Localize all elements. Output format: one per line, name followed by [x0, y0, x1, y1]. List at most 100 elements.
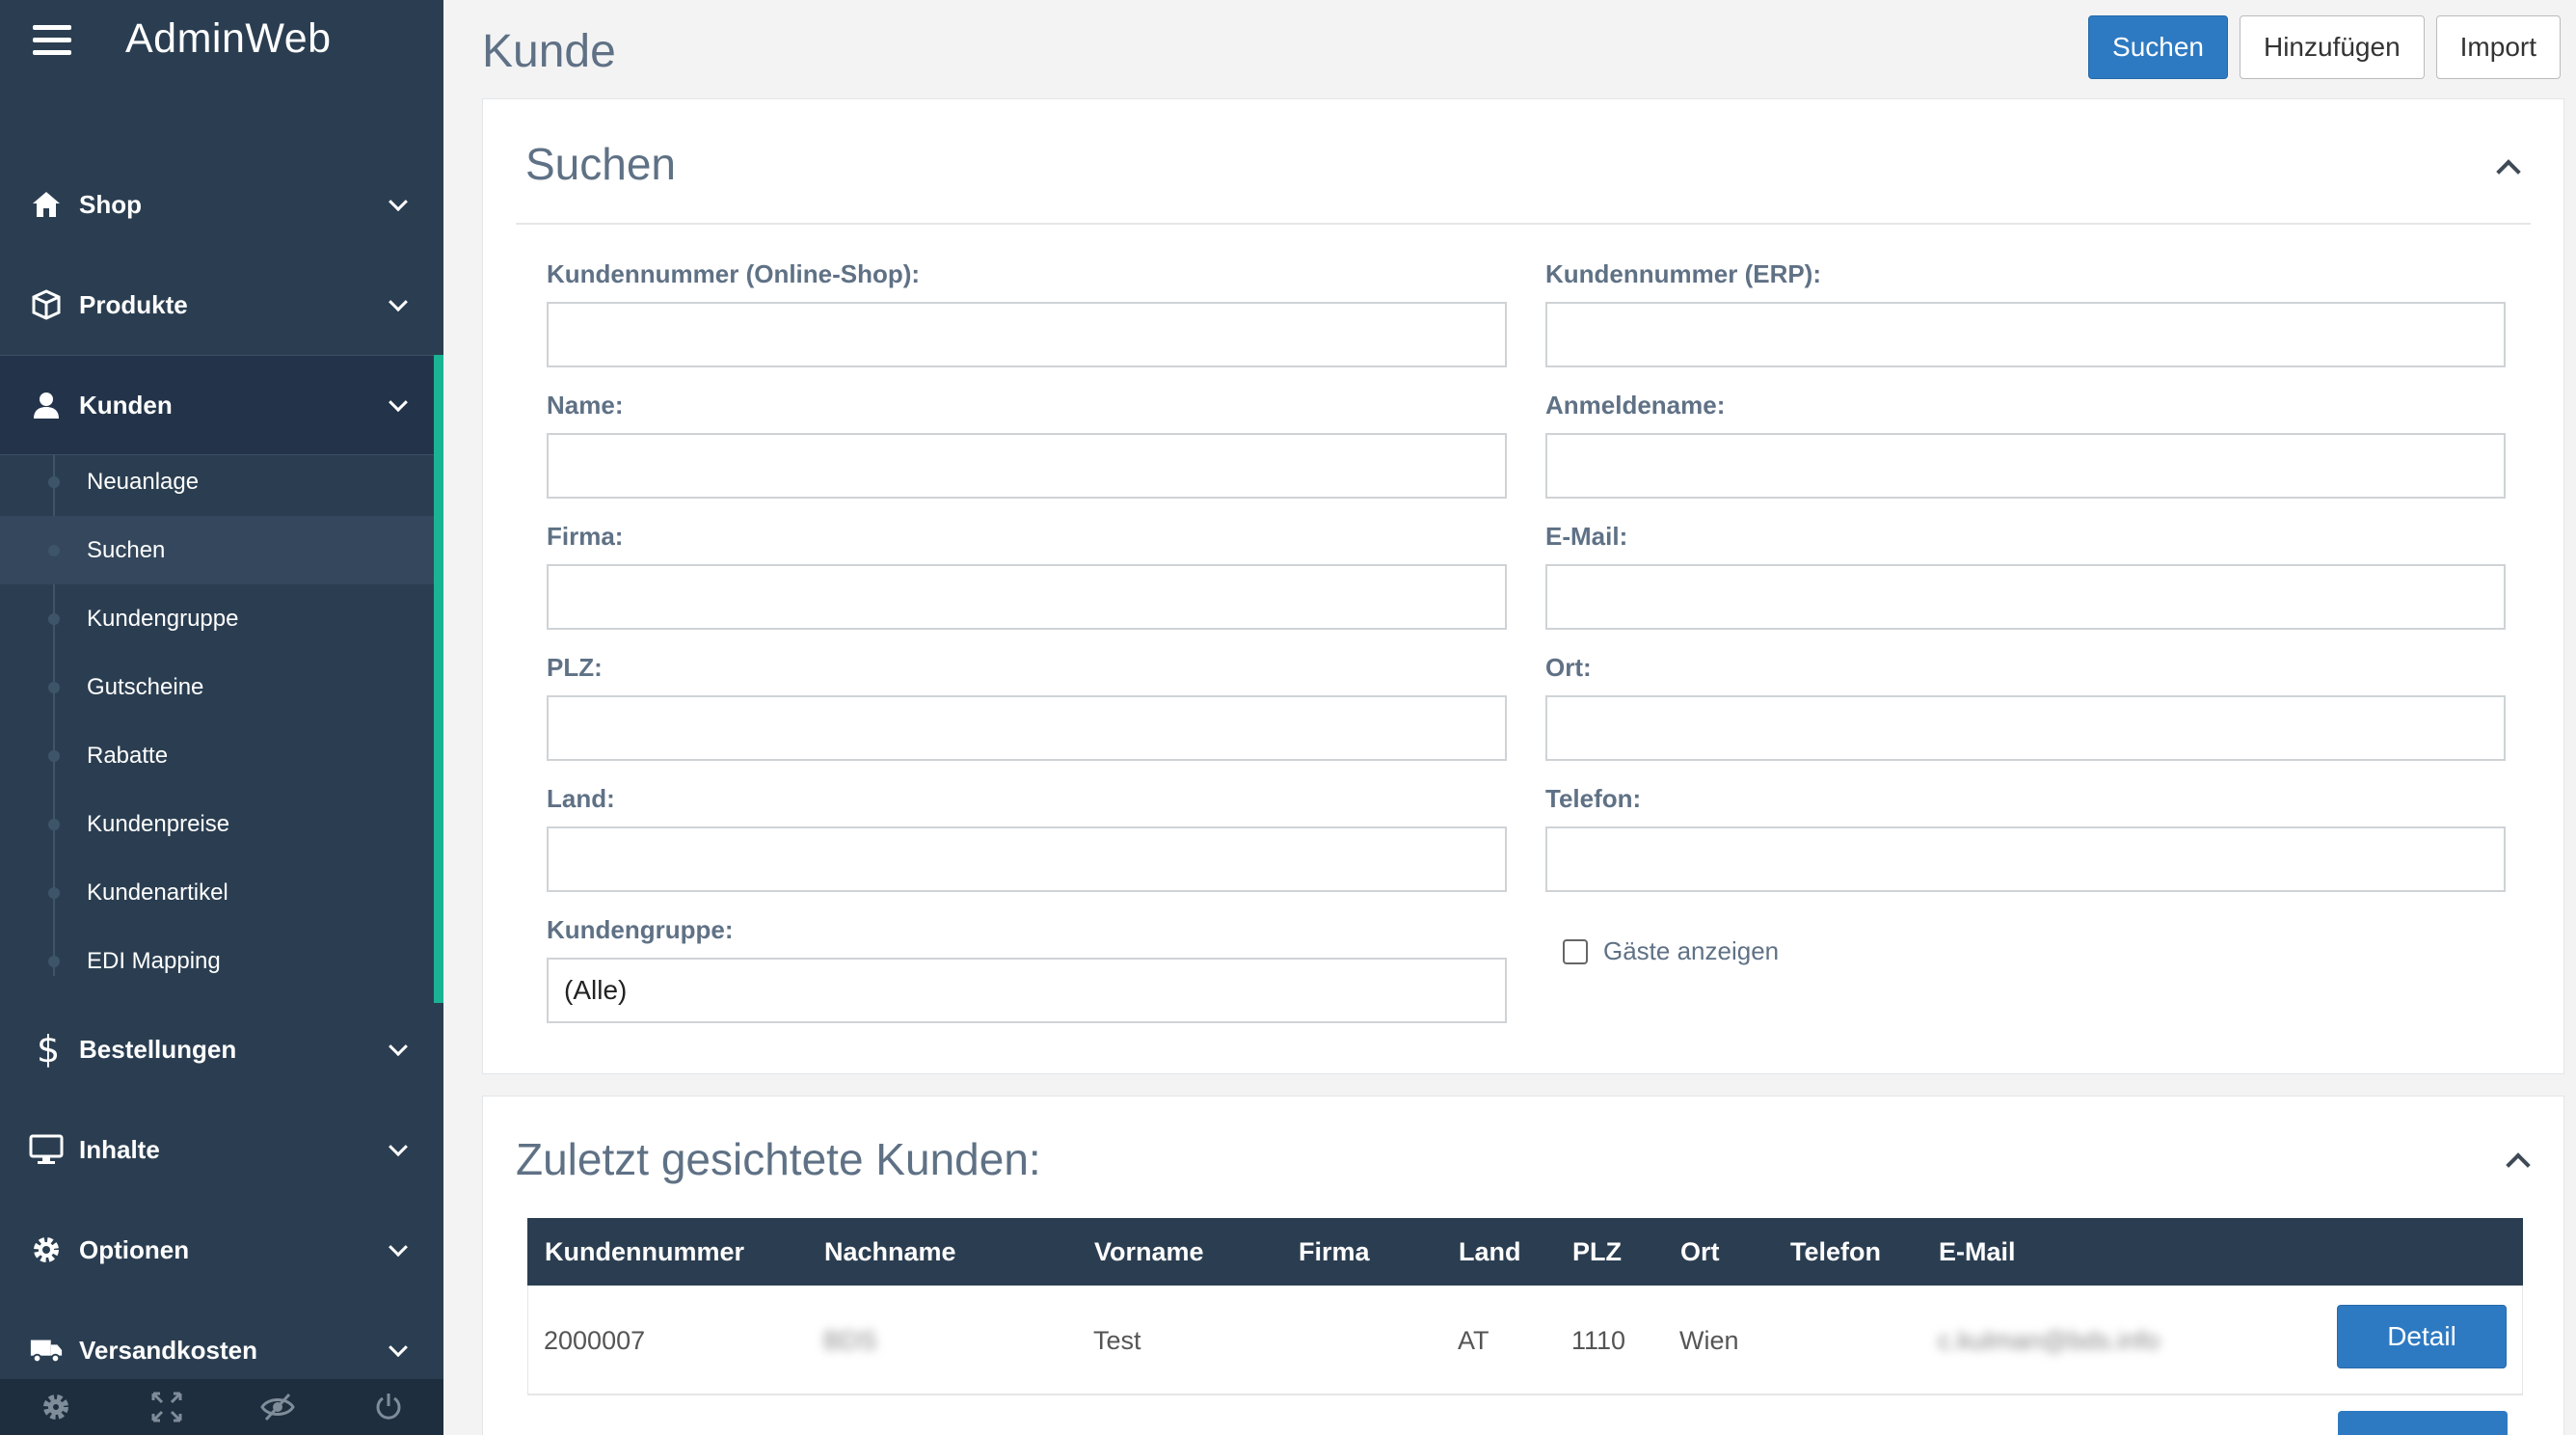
- chevron-up-icon[interactable]: [2496, 159, 2521, 184]
- subnav-item-edi-mapping[interactable]: EDI Mapping: [0, 927, 434, 995]
- name-label: Name:: [547, 391, 624, 420]
- company-label: Firma:: [547, 522, 624, 551]
- chevron-up-icon[interactable]: [2506, 1152, 2531, 1178]
- detail-button[interactable]: Detail: [2337, 1305, 2507, 1368]
- chevron-down-icon: [389, 393, 408, 413]
- detail-button-partial[interactable]: [2338, 1411, 2508, 1435]
- chevron-down-icon: [389, 292, 408, 312]
- menu-toggle-icon[interactable]: [33, 25, 71, 56]
- recent-customers-panel: Zuletzt gesichtete Kunden: Kundennummer …: [482, 1096, 2564, 1435]
- customer-no-shop-input[interactable]: [547, 302, 1507, 367]
- hide-icon[interactable]: [258, 1388, 297, 1426]
- add-button[interactable]: Hinzufügen: [2239, 15, 2425, 79]
- box-icon: [29, 287, 64, 322]
- sidebar-nav-lower: $ Bestellungen Inhalte Optionen Versandk…: [0, 999, 443, 1400]
- chevron-down-icon: [389, 1137, 408, 1157]
- recent-panel-title: Zuletzt gesichtete Kunden:: [516, 1134, 1041, 1184]
- show-guests-checkbox[interactable]: [1563, 938, 1588, 964]
- sidebar-item-bestellungen[interactable]: $ Bestellungen: [0, 999, 443, 1099]
- home-icon: [29, 187, 64, 222]
- chevron-down-icon: [389, 1338, 408, 1358]
- chevron-down-icon: [389, 192, 408, 212]
- subnav-item-neuanlage[interactable]: Neuanlage: [0, 447, 434, 516]
- column-header[interactable]: PLZ: [1572, 1218, 1622, 1286]
- column-header[interactable]: E-Mail: [1939, 1218, 2016, 1286]
- phone-input[interactable]: [1545, 826, 2506, 892]
- column-header[interactable]: Vorname: [1094, 1218, 1204, 1286]
- sidebar-item-label: Kunden: [79, 390, 173, 420]
- monitor-icon: [29, 1132, 64, 1167]
- cell-city: Wien: [1679, 1326, 1739, 1355]
- column-header[interactable]: Firma: [1299, 1218, 1370, 1286]
- column-header[interactable]: Ort: [1680, 1218, 1720, 1286]
- sidebar-item-shop[interactable]: Shop: [0, 154, 443, 255]
- subnav-item-kundengruppe[interactable]: Kundengruppe: [0, 584, 434, 653]
- gear-icon: [29, 1232, 64, 1267]
- column-header[interactable]: Land: [1459, 1218, 1521, 1286]
- cell-last-name: BDS: [823, 1326, 877, 1355]
- customer-no-erp-label: Kundennummer (ERP):: [1545, 259, 1821, 288]
- user-icon: [29, 388, 64, 422]
- subnav-item-kundenpreise[interactable]: Kundenpreise: [0, 790, 434, 858]
- table-header: Kundennummer Nachname Vorname Firma Land…: [527, 1218, 2523, 1286]
- settings-icon[interactable]: [37, 1388, 75, 1426]
- sidebar-item-inhalte[interactable]: Inhalte: [0, 1099, 443, 1200]
- country-input[interactable]: [547, 826, 1507, 892]
- customer-no-shop-label: Kundennummer (Online-Shop):: [547, 259, 921, 288]
- zip-input[interactable]: [547, 695, 1507, 761]
- sidebar-footer: [0, 1379, 443, 1435]
- phone-label: Telefon:: [1545, 784, 1642, 813]
- chevron-down-icon: [389, 1237, 408, 1258]
- sidebar-item-produkte[interactable]: Produkte: [0, 255, 443, 355]
- chevron-down-icon: [389, 1037, 408, 1057]
- sidebar-item-label: Versandkosten: [79, 1335, 257, 1365]
- active-section-indicator: [434, 355, 443, 1003]
- cell-first-name: Test: [1093, 1326, 1141, 1355]
- truck-icon: [29, 1333, 64, 1367]
- company-input[interactable]: [547, 564, 1507, 630]
- search-panel: Suchen Kundennummer (Online-Shop): Kunde…: [482, 98, 2564, 1074]
- search-button[interactable]: Suchen: [2088, 15, 2228, 79]
- dollar-icon: $: [29, 1031, 64, 1068]
- app-title: AdminWeb: [125, 15, 332, 62]
- sidebar-item-kunden[interactable]: Kunden: [0, 355, 443, 455]
- sidebar: AdminWeb Shop Produkte Kunden Neuanlage: [0, 0, 443, 1435]
- city-input[interactable]: [1545, 695, 2506, 761]
- power-icon[interactable]: [369, 1388, 408, 1426]
- svg-text:$: $: [37, 1031, 58, 1068]
- login-name-label: Anmeldename:: [1545, 391, 1726, 420]
- sidebar-item-label: Bestellungen: [79, 1034, 237, 1064]
- subnav-item-suchen[interactable]: Suchen: [0, 516, 434, 584]
- customer-no-erp-input[interactable]: [1545, 302, 2506, 367]
- sidebar-item-label: Shop: [79, 189, 142, 219]
- sidebar-item-optionen[interactable]: Optionen: [0, 1200, 443, 1300]
- email-label: E-Mail:: [1545, 522, 1628, 551]
- sidebar-nav: Shop Produkte Kunden: [0, 154, 443, 455]
- kunden-subnav: Neuanlage Suchen Kundengruppe Gutscheine…: [0, 447, 434, 995]
- cell-email: c.kulman@bds.info: [1938, 1326, 2160, 1355]
- import-button[interactable]: Import: [2435, 15, 2561, 79]
- page-title: Kunde: [482, 26, 616, 77]
- zip-label: PLZ:: [547, 653, 603, 682]
- country-label: Land:: [547, 784, 615, 813]
- customer-group-value: (Alle): [564, 975, 628, 1005]
- brand-bar: AdminWeb: [0, 0, 443, 85]
- column-header[interactable]: Telefon: [1790, 1218, 1881, 1286]
- table-row: 2000007 BDS Test AT 1110 Wien c.kulman@b…: [527, 1286, 2523, 1395]
- sidebar-item-label: Inhalte: [79, 1134, 160, 1164]
- search-panel-title: Suchen: [525, 139, 677, 189]
- fullscreen-icon[interactable]: [148, 1388, 186, 1426]
- name-input[interactable]: [547, 433, 1507, 499]
- column-header[interactable]: Kundennummer: [545, 1218, 744, 1286]
- login-name-input[interactable]: [1545, 433, 2506, 499]
- subnav-item-gutscheine[interactable]: Gutscheine: [0, 653, 434, 721]
- subnav-item-kundenartikel[interactable]: Kundenartikel: [0, 858, 434, 927]
- customer-group-select[interactable]: (Alle): [547, 958, 1507, 1023]
- cell-country: AT: [1458, 1326, 1489, 1355]
- email-input[interactable]: [1545, 564, 2506, 630]
- column-header[interactable]: Nachname: [824, 1218, 956, 1286]
- cell-zip: 1110: [1571, 1326, 1626, 1355]
- sidebar-item-label: Produkte: [79, 289, 188, 319]
- subnav-item-rabatte[interactable]: Rabatte: [0, 721, 434, 790]
- divider: [516, 223, 2531, 225]
